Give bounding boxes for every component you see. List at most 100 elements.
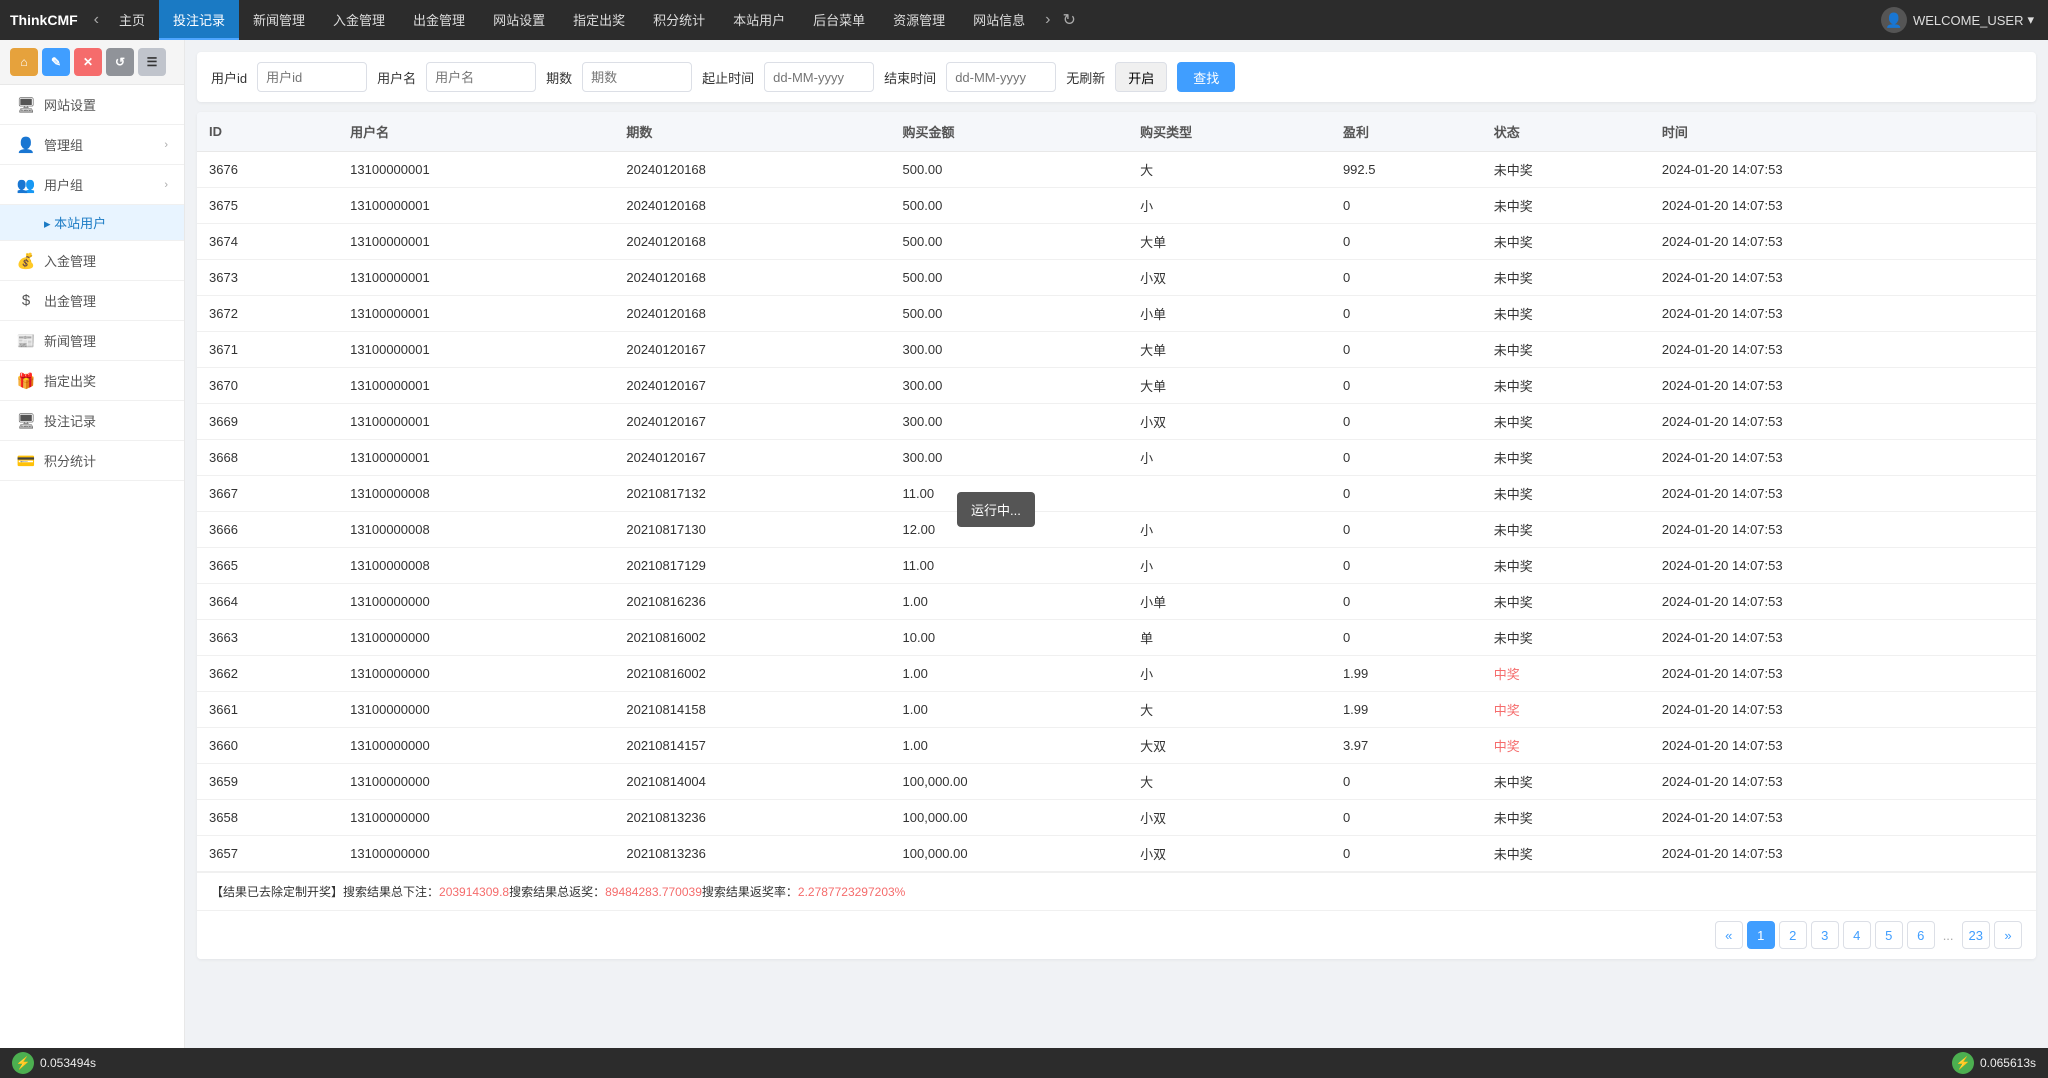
records-table: ID用户名期数购买金额购买类型盈利状态时间 367613100000001202… [197,112,2036,872]
table-header-购买金额: 购买金额 [891,112,1129,152]
nav-item-网站信息[interactable]: 网站信息 [959,0,1039,40]
sidebar-item-site-settings[interactable]: 🖥 网站设置 [0,85,184,125]
table-cell: 3666 [197,512,338,548]
table-cell: 未中奖 [1482,368,1650,404]
table-row: 36681310000000120240120167300.00小0未中奖202… [197,440,2036,476]
sidebar-item-designated-prize[interactable]: 🎁 指定出奖 [0,361,184,401]
table-cell: 13100000000 [338,728,614,764]
pagination-page-button[interactable]: 5 [1875,921,1903,949]
table-cell: 0 [1331,764,1482,800]
table-cell: 小双 [1128,260,1331,296]
table-cell: 3667 [197,476,338,512]
table-cell: 0 [1331,368,1482,404]
pagination-last-button[interactable]: 23 [1962,921,1990,949]
pagination-prev-button[interactable]: « [1715,921,1743,949]
table-cell: 11.00 [891,548,1129,584]
table-cell: 300.00 [891,368,1129,404]
sidebar-item-points[interactable]: 💳 积分统计 [0,441,184,481]
table-row: 36761310000000120240120168500.00大992.5未中… [197,152,2036,188]
table-cell: 未中奖 [1482,440,1650,476]
toolbar-edit-button[interactable]: ✎ [42,48,70,76]
table-cell: 未中奖 [1482,404,1650,440]
sidebar-item-withdrawal[interactable]: $ 出金管理 [0,281,184,321]
perf-left: ⚡ 0.053494s [12,1052,96,1074]
table-cell: 3663 [197,620,338,656]
table-cell: 3660 [197,728,338,764]
filter-userid-input[interactable] [257,62,367,92]
nav-item-主页[interactable]: 主页 [105,0,159,40]
sidebar-item-bet-records[interactable]: 🖥 投注记录 [0,401,184,441]
filter-start-time-input[interactable] [764,62,874,92]
sidebar-item-deposit[interactable]: 💰 入金管理 [0,241,184,281]
toolbar-menu-button[interactable]: ☰ [138,48,166,76]
nav-item-投注记录[interactable]: 投注记录 [159,0,239,40]
sidebar-item-label: 指定出奖 [44,371,96,390]
sidebar-toolbar: ⌂ ✎ ✕ ↺ ☰ [0,40,184,85]
table-cell: 13100000008 [338,548,614,584]
nav-item-积分统计[interactable]: 积分统计 [639,0,719,40]
table-cell: 300.00 [891,404,1129,440]
table-cell: 20210817132 [614,476,890,512]
user-info[interactable]: 👤 WELCOME_USER ▾ [1881,7,2034,33]
table-cell: 未中奖 [1482,584,1650,620]
toolbar-refresh-button[interactable]: ↺ [106,48,134,76]
table-cell: 20240120167 [614,368,890,404]
nav-next-arrow[interactable]: › [1039,11,1056,29]
filter-no-refresh-label: 无刷新 [1066,68,1105,87]
table-cell: 3671 [197,332,338,368]
sidebar-item-admin-group[interactable]: 👤 管理组 › [0,125,184,165]
table-row: 366013100000000202108141571.00大双3.97中奖20… [197,728,2036,764]
toolbar-close-button[interactable]: ✕ [74,48,102,76]
pagination-page-button[interactable]: 4 [1843,921,1871,949]
table-cell: 2024-01-20 14:07:53 [1650,800,2036,836]
table-cell: 2024-01-20 14:07:53 [1650,728,2036,764]
perf-left-icon: ⚡ [12,1052,34,1074]
table-cell: 13100000001 [338,152,614,188]
table-row: 36701310000000120240120167300.00大单0未中奖20… [197,368,2036,404]
table-cell: 0 [1331,584,1482,620]
nav-item-新闻管理[interactable]: 新闻管理 [239,0,319,40]
pagination-page-button[interactable]: 6 [1907,921,1935,949]
table-row: 3667131000000082021081713211.000未中奖2024-… [197,476,2036,512]
nav-item-入金管理[interactable]: 入金管理 [319,0,399,40]
table-cell: 0 [1331,548,1482,584]
nav-item-本站用户[interactable]: 本站用户 [719,0,799,40]
table-cell: 13100000001 [338,368,614,404]
nav-prev-arrow[interactable]: ‹ [88,11,105,29]
pagination-next-button[interactable]: » [1994,921,2022,949]
pagination-page-button[interactable]: 3 [1811,921,1839,949]
summary-total-bet: 203914309.8 [439,885,509,899]
sidebar-item-news[interactable]: 📰 新闻管理 [0,321,184,361]
filter-toggle-button[interactable]: 开启 [1115,62,1167,92]
nav-item-出金管理[interactable]: 出金管理 [399,0,479,40]
sidebar-item-label: 管理组 [44,135,83,154]
sidebar-item-user-group[interactable]: 👥 用户组 › [0,165,184,205]
filter-search-button[interactable]: 查找 [1177,62,1235,92]
filter-period-input[interactable] [582,62,692,92]
pagination-page-button[interactable]: 1 [1747,921,1775,949]
nav-item-后台菜单[interactable]: 后台菜单 [799,0,879,40]
table-row: 3665131000000082021081712911.00小0未中奖2024… [197,548,2036,584]
sidebar-item-site-users[interactable]: ▸ 本站用户 [0,205,184,241]
table-header: ID用户名期数购买金额购买类型盈利状态时间 [197,112,2036,152]
sidebar-item-label: 网站设置 [44,95,96,114]
table-container: ID用户名期数购买金额购买类型盈利状态时间 367613100000001202… [197,112,2036,959]
pagination-page-button[interactable]: 2 [1779,921,1807,949]
table-cell: 小 [1128,188,1331,224]
toolbar-home-button[interactable]: ⌂ [10,48,38,76]
table-cell: 大单 [1128,224,1331,260]
summary-bet-label: 搜索结果总返奖： [509,885,605,899]
filter-username-input[interactable] [426,62,536,92]
filter-end-time-input[interactable] [946,62,1056,92]
nav-item-网站设置[interactable]: 网站设置 [479,0,559,40]
table-cell: 1.99 [1331,692,1482,728]
table-cell: 500.00 [891,152,1129,188]
summary-rate: 2.2787723297203% [798,885,905,899]
table-row: 36741310000000120240120168500.00大单0未中奖20… [197,224,2036,260]
nav-refresh-icon[interactable]: ↻ [1057,10,1082,30]
nav-item-指定出奖[interactable]: 指定出奖 [559,0,639,40]
perf-right-time: 0.065613s [1980,1056,2036,1070]
nav-item-资源管理[interactable]: 资源管理 [879,0,959,40]
table-cell: 13100000000 [338,656,614,692]
table-cell: 300.00 [891,440,1129,476]
